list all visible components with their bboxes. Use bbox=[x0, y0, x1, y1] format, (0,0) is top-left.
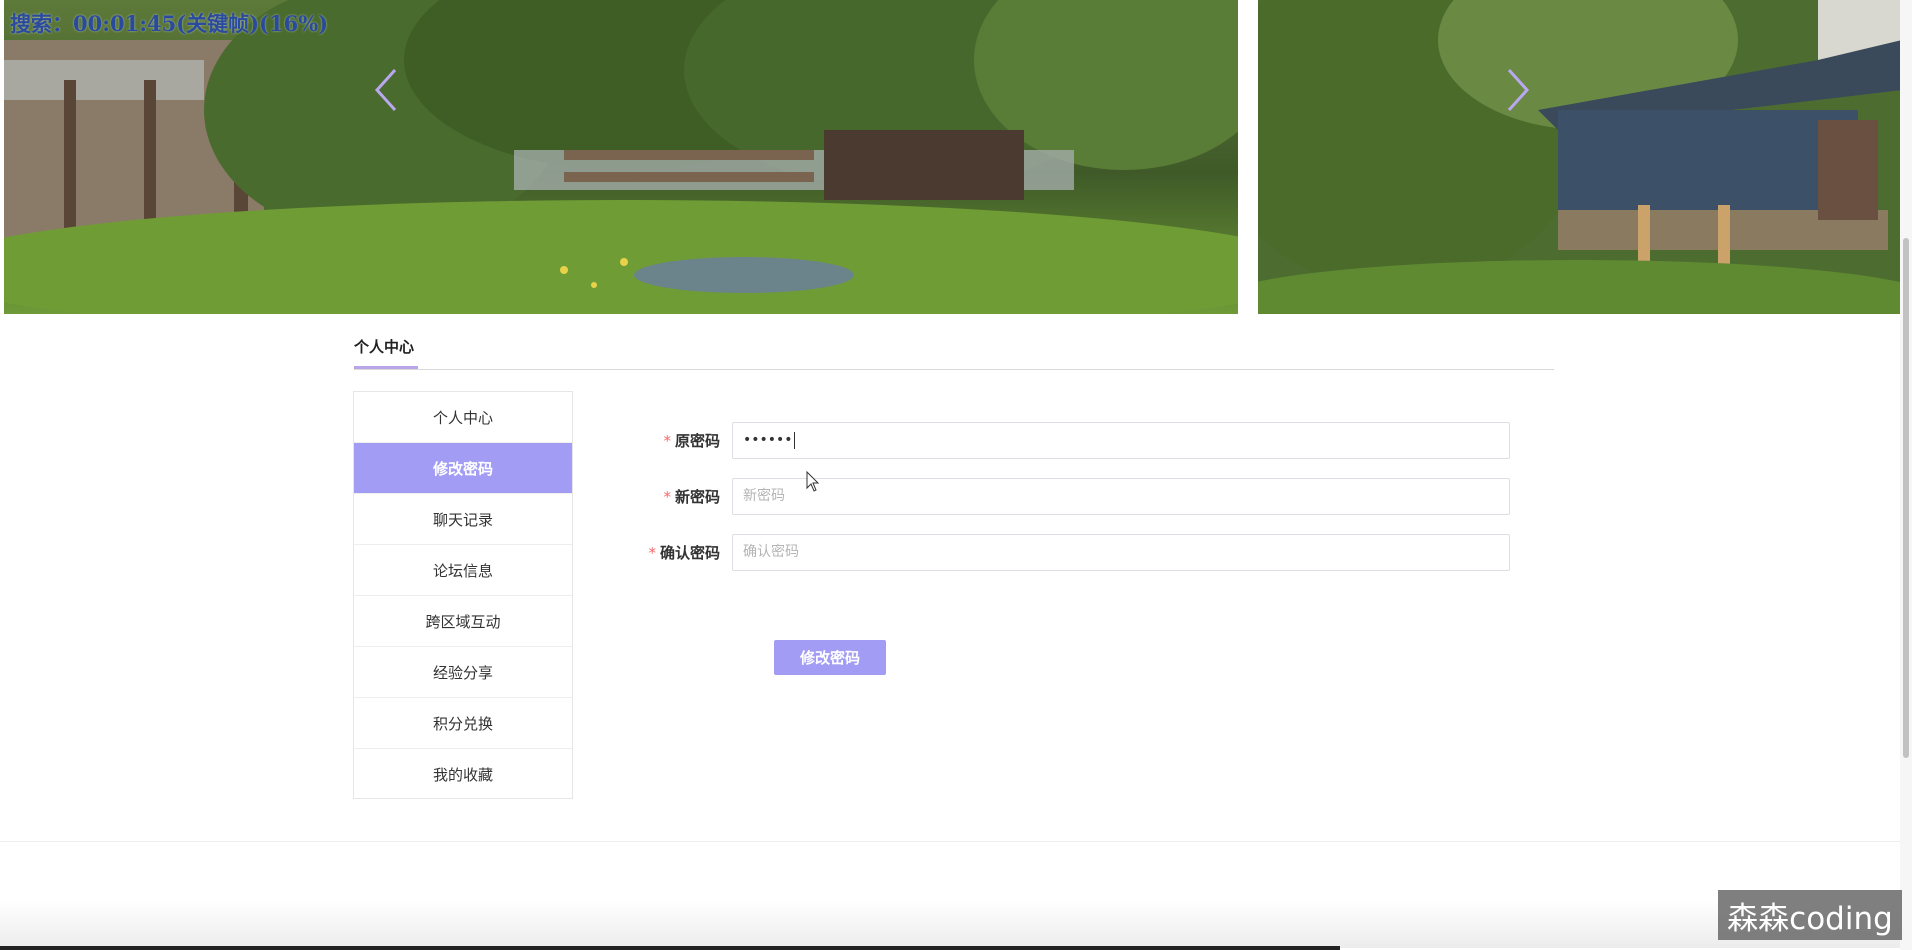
sidebar-item-profile[interactable]: 个人中心 bbox=[354, 392, 572, 443]
text-caret bbox=[793, 431, 795, 449]
sidebar-item-favorites[interactable]: 我的收藏 bbox=[354, 749, 572, 800]
footer bbox=[0, 900, 1912, 948]
sidebar-item-points[interactable]: 积分兑换 bbox=[354, 698, 572, 749]
banner-carousel: 搜索：00:01:45(关键帧)(16%) bbox=[0, 0, 1912, 314]
sidebar-item-change-password[interactable]: 修改密码 bbox=[354, 443, 572, 494]
confirm-password-label-text: 确认密码 bbox=[659, 543, 720, 562]
carousel-slide-image bbox=[4, 0, 1238, 314]
sidebar-item-forum[interactable]: 论坛信息 bbox=[354, 545, 572, 596]
new-password-label-text: 新密码 bbox=[674, 487, 720, 506]
old-password-input[interactable]: •••••• bbox=[732, 421, 1510, 459]
page-root: 搜索：00:01:45(关键帧)(16%) 个人中心 个人中心 修改密码 聊天记… bbox=[0, 0, 1912, 950]
scrollbar-thumb[interactable] bbox=[1903, 238, 1909, 758]
required-mark: * bbox=[663, 431, 671, 450]
confirm-password-label: * 确认密码 bbox=[620, 542, 732, 563]
section-divider bbox=[354, 369, 1554, 370]
watermark: 森森coding bbox=[1718, 890, 1902, 940]
sidebar-item-experience[interactable]: 经验分享 bbox=[354, 647, 572, 698]
confirm-password-input[interactable] bbox=[732, 533, 1510, 571]
chevron-right-icon bbox=[1507, 68, 1530, 112]
old-password-value: •••••• bbox=[743, 432, 793, 448]
footer-divider bbox=[0, 841, 1912, 842]
required-mark: * bbox=[648, 543, 656, 562]
search-status-overlay: 搜索：00:01:45(关键帧)(16%) bbox=[10, 11, 329, 36]
carousel-slide-image bbox=[1258, 0, 1902, 314]
mouse-pointer-icon bbox=[806, 471, 820, 492]
chevron-left-icon bbox=[374, 68, 397, 112]
sidebar-item-cross-region[interactable]: 跨区域互动 bbox=[354, 596, 572, 647]
old-password-label: * 原密码 bbox=[620, 430, 732, 451]
old-password-label-text: 原密码 bbox=[674, 431, 720, 450]
new-password-input[interactable] bbox=[732, 477, 1510, 515]
confirm-password-row: * 确认密码 bbox=[620, 533, 1522, 571]
change-password-button[interactable]: 修改密码 bbox=[774, 640, 886, 675]
sidebar-menu: 个人中心 修改密码 聊天记录 论坛信息 跨区域互动 经验分享 积分兑换 我的收藏 bbox=[353, 391, 573, 799]
required-mark: * bbox=[663, 487, 671, 506]
footer-edge bbox=[0, 946, 1340, 950]
new-password-label: * 新密码 bbox=[620, 486, 732, 507]
carousel-next-button[interactable] bbox=[1498, 64, 1538, 116]
sidebar-item-chat-history[interactable]: 聊天记录 bbox=[354, 494, 572, 545]
page-title: 个人中心 bbox=[354, 338, 415, 356]
new-password-row: * 新密码 bbox=[620, 477, 1522, 515]
carousel-prev-button[interactable] bbox=[366, 64, 406, 116]
old-password-row: * 原密码 •••••• bbox=[620, 421, 1522, 459]
